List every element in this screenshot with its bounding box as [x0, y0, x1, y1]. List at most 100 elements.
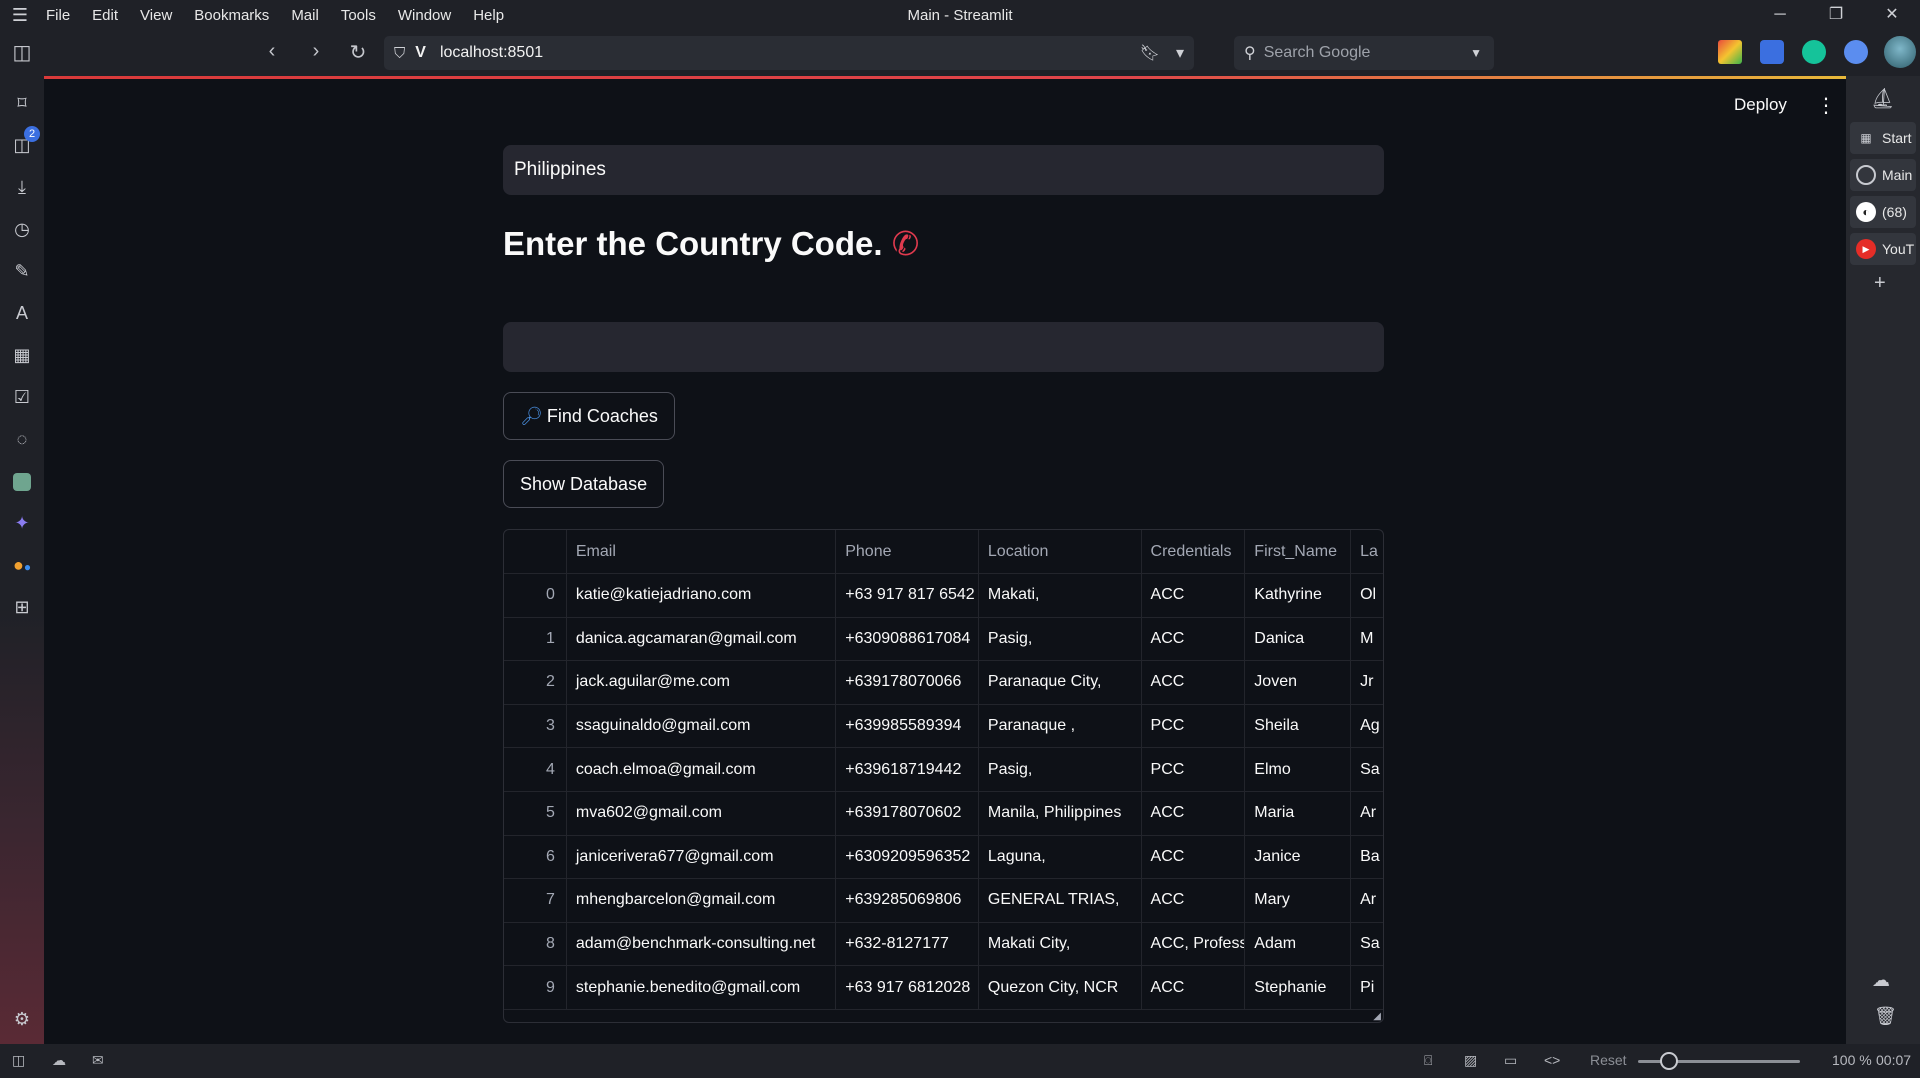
sync-cloud-icon[interactable]: ☁: [52, 1052, 66, 1069]
cell-last-name[interactable]: Sa: [1351, 923, 1383, 966]
cell-last-name[interactable]: Ba: [1351, 836, 1383, 879]
cell-phone[interactable]: +639178070066: [836, 661, 979, 704]
page-actions-icon[interactable]: <>: [1544, 1052, 1560, 1068]
tasks-icon[interactable]: ☑: [0, 382, 44, 412]
cell-phone[interactable]: +6309088617084: [836, 617, 979, 661]
tab-notifications[interactable]: ◐ (68): [1850, 196, 1916, 228]
cell-first-name[interactable]: Elmo: [1245, 748, 1352, 791]
cell-first-name[interactable]: Mary: [1245, 879, 1352, 922]
table-row[interactable]: 2 jack.aguilar@me.com +639178070066 Paranaq…: [504, 661, 1383, 705]
cell-credentials[interactable]: ACC: [1142, 879, 1246, 922]
table-row[interactable]: 6 janicerivera677@gmail.com +6309209596352…: [504, 835, 1383, 880]
cell-location[interactable]: GENERAL TRIAS,: [979, 879, 1142, 922]
table-row[interactable]: 4 coach.elmoa@gmail.com +639618719442 Pasig…: [504, 748, 1383, 792]
image-toggle-icon[interactable]: ▨: [1464, 1052, 1477, 1069]
country-select[interactable]: Philippines: [503, 145, 1384, 195]
resize-handle-icon[interactable]: ◢: [1373, 1011, 1381, 1022]
page-tiling-icon[interactable]: ▭: [1504, 1052, 1517, 1069]
cell-credentials[interactable]: ACC, Profess: [1142, 922, 1246, 966]
cell-phone[interactable]: +639178070602: [836, 791, 979, 835]
cell-email[interactable]: mva602@gmail.com: [567, 791, 837, 835]
back-icon[interactable]: ‹: [250, 40, 294, 63]
row-index[interactable]: 7: [504, 879, 567, 922]
forward-icon[interactable]: ›: [294, 40, 338, 63]
cell-first-name[interactable]: Sheila: [1245, 704, 1352, 748]
chatgpt-icon[interactable]: [0, 466, 44, 496]
cell-email[interactable]: mhengbarcelon@gmail.com: [567, 879, 837, 922]
cell-first-name[interactable]: Danica: [1245, 617, 1352, 661]
cell-first-name[interactable]: Maria: [1245, 791, 1352, 835]
notes-icon[interactable]: ✎: [0, 256, 44, 286]
menu-mail[interactable]: Mail: [291, 7, 319, 24]
cell-credentials[interactable]: ACC: [1142, 791, 1246, 835]
row-index[interactable]: 9: [504, 966, 567, 1009]
column-header-last-name[interactable]: La: [1351, 530, 1383, 573]
search-field[interactable]: ⚲ Search Google ▼: [1234, 36, 1494, 70]
panel-toggle-icon[interactable]: ◫: [0, 40, 44, 65]
panel-toggle-status-icon[interactable]: ◫: [12, 1052, 25, 1069]
cell-credentials[interactable]: ACC: [1142, 966, 1246, 1009]
cell-phone[interactable]: +632-8127177: [836, 922, 979, 966]
cell-email[interactable]: janicerivera677@gmail.com: [567, 835, 837, 879]
cell-phone[interactable]: +639618719442: [836, 748, 979, 791]
add-web-panel-icon[interactable]: ⊞: [0, 592, 44, 622]
cell-email[interactable]: katie@katiejadriano.com: [567, 574, 837, 617]
table-row[interactable]: 3 ssaguinaldo@gmail.com +639985589394 Paran…: [504, 704, 1383, 749]
tab-start[interactable]: ▦ Start: [1850, 122, 1916, 154]
column-header-location[interactable]: Location: [979, 530, 1142, 573]
restore-icon[interactable]: ❐: [1808, 0, 1864, 30]
grammarly-icon[interactable]: [1802, 40, 1826, 64]
menu-bookmarks[interactable]: Bookmarks: [194, 7, 269, 24]
mail-icon[interactable]: ✉: [92, 1052, 104, 1069]
downloads-icon[interactable]: ⤓: [0, 172, 44, 202]
row-index[interactable]: 1: [504, 617, 567, 661]
close-icon[interactable]: ✕: [1864, 0, 1920, 30]
cell-credentials[interactable]: ACC: [1142, 617, 1246, 661]
zoom-slider[interactable]: [1638, 1052, 1800, 1070]
cell-credentials[interactable]: ACC: [1142, 661, 1246, 704]
cell-last-name[interactable]: Pi: [1351, 966, 1383, 1009]
row-index[interactable]: 5: [504, 791, 567, 835]
gemini-icon[interactable]: ✦: [0, 508, 44, 538]
tabs-panel-icon[interactable]: ◫ 2: [0, 126, 44, 160]
cell-last-name[interactable]: Sa: [1351, 748, 1383, 791]
cell-phone[interactable]: +63 917 6812028: [836, 966, 979, 1009]
cell-location[interactable]: Makati,: [979, 574, 1142, 617]
tab-youtube[interactable]: ▶ YouT: [1850, 233, 1916, 265]
cell-first-name[interactable]: Joven: [1245, 661, 1352, 704]
menu-file[interactable]: File: [46, 7, 70, 24]
url-text[interactable]: localhost:8501: [440, 44, 543, 62]
column-header-email[interactable]: Email: [567, 530, 837, 573]
cell-location[interactable]: Pasig,: [979, 748, 1142, 791]
chat-icon[interactable]: ◌: [0, 424, 44, 454]
cell-credentials[interactable]: PCC: [1142, 748, 1246, 791]
cell-first-name[interactable]: Janice: [1245, 835, 1352, 879]
table-row[interactable]: 0 katie@katiejadriano.com +63 917 817 6542…: [504, 574, 1383, 618]
cell-first-name[interactable]: Adam: [1245, 922, 1352, 966]
column-header-first-name[interactable]: First_Name: [1245, 530, 1352, 573]
sail-icon[interactable]: ⛵︎: [1870, 86, 1895, 111]
web-panel-dots-icon[interactable]: ●●: [0, 550, 44, 580]
extension-icon[interactable]: [1718, 40, 1742, 64]
calendar-icon[interactable]: ▦: [0, 340, 44, 370]
cell-phone[interactable]: +6309209596352: [836, 835, 979, 879]
cell-last-name[interactable]: M: [1351, 618, 1383, 661]
cell-phone[interactable]: +63 917 817 6542: [836, 574, 979, 617]
cell-last-name[interactable]: Jr: [1351, 661, 1383, 704]
history-icon[interactable]: ◷: [0, 214, 44, 244]
extension-icon-2[interactable]: [1844, 40, 1868, 64]
cell-last-name[interactable]: Ar: [1351, 879, 1383, 922]
table-row[interactable]: 7 mhengbarcelon@gmail.com +639285069806 GEN…: [504, 879, 1383, 923]
menu-window[interactable]: Window: [398, 7, 451, 24]
row-index[interactable]: 6: [504, 835, 567, 879]
cell-location[interactable]: Paranaque ,: [979, 704, 1142, 748]
column-header-credentials[interactable]: Credentials: [1142, 530, 1246, 573]
dropdown-icon[interactable]: ▾: [1176, 43, 1184, 63]
table-row[interactable]: 1 danica.agcamaran@gmail.com +630908861708…: [504, 617, 1383, 662]
cell-location[interactable]: Manila, Philippines: [979, 791, 1142, 835]
vivaldi-menu-icon[interactable]: ☰: [0, 5, 40, 26]
cell-first-name[interactable]: Kathyrine: [1245, 574, 1352, 617]
cloud-icon[interactable]: ☁: [1872, 970, 1890, 991]
show-database-button[interactable]: Show Database: [503, 460, 665, 508]
cell-email[interactable]: stephanie.benedito@gmail.com: [567, 966, 837, 1009]
